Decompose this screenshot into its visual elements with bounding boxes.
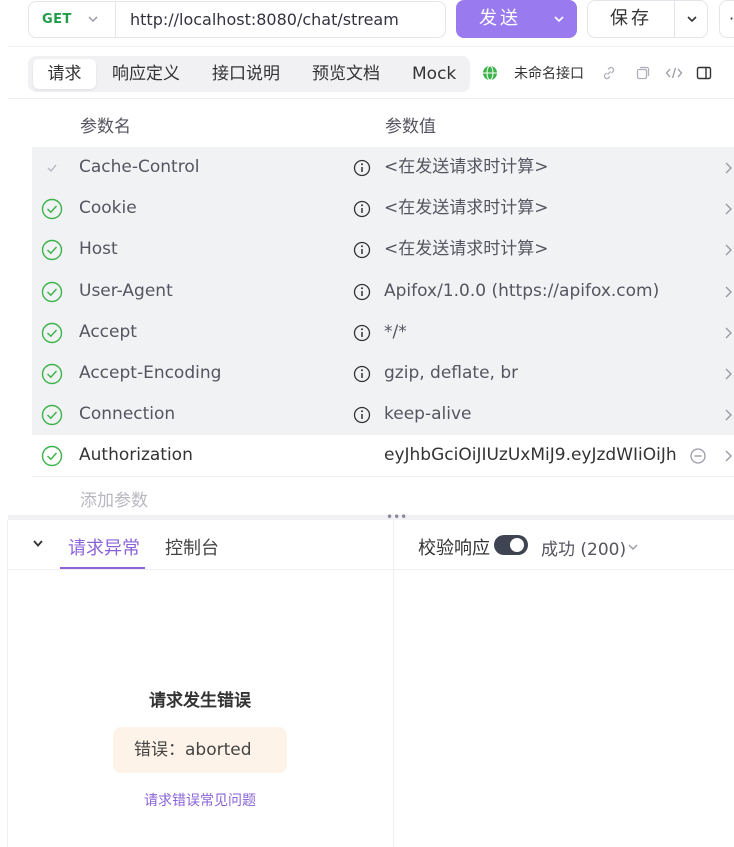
- param-value: gzip, deflate, br: [384, 362, 519, 383]
- chevron-down-icon: [628, 544, 638, 550]
- request-tabs-row: 请求 响应定义 接口说明 预览文档 Mock 未命名接口: [0, 54, 734, 94]
- save-options-button[interactable]: [674, 1, 708, 37]
- status-label: 成功 (200): [541, 540, 627, 560]
- copy-icon[interactable]: [635, 65, 651, 81]
- request-bar: GET http://localhost:8080/chat/stream 发送…: [0, 0, 734, 46]
- tab-console[interactable]: 控制台: [165, 534, 219, 560]
- column-header-value: 参数值: [385, 117, 436, 137]
- param-value: <在发送请求时计算>: [384, 198, 549, 219]
- param-value: */*: [384, 321, 407, 342]
- param-key: Accept: [79, 321, 137, 342]
- chevron-right-icon[interactable]: [722, 161, 734, 175]
- error-faq-link[interactable]: 请求错误常见问题: [0, 790, 400, 810]
- table-row-authorization[interactable]: Authorization eyJhbGciOiJIUzUxMiJ9.eyJzd…: [32, 435, 734, 476]
- send-label: 发送: [479, 8, 521, 29]
- chevron-right-icon[interactable]: [722, 285, 734, 299]
- link-icon[interactable]: [601, 65, 617, 81]
- info-icon[interactable]: [353, 406, 371, 424]
- params-table-header: 参数名 参数值: [32, 108, 734, 146]
- column-header-name: 参数名: [80, 117, 131, 137]
- params-table: Cache-Control <在发送请求时计算> Cookie <在发送请求时计…: [32, 147, 734, 477]
- check-icon[interactable]: [41, 157, 63, 179]
- check-circle-icon[interactable]: [41, 198, 63, 220]
- remove-icon[interactable]: [689, 447, 707, 465]
- globe-icon[interactable]: [482, 65, 498, 81]
- method-label: GET: [42, 12, 72, 27]
- verify-response-toggle[interactable]: [494, 535, 528, 555]
- param-key-input[interactable]: Authorization: [79, 435, 193, 476]
- divider: [8, 569, 734, 570]
- tab-api-description[interactable]: 接口说明: [212, 59, 280, 89]
- check-circle-icon[interactable]: [41, 239, 63, 261]
- info-icon[interactable]: [353, 200, 371, 218]
- tab-request[interactable]: 请求: [33, 59, 96, 89]
- table-row[interactable]: Cookie <在发送请求时计算>: [32, 188, 734, 230]
- divider: [8, 98, 734, 99]
- param-key: Accept-Encoding: [79, 362, 222, 383]
- save-label: 保存: [610, 8, 652, 29]
- method-select[interactable]: GET: [29, 2, 116, 37]
- verify-response-label: 校验响应: [418, 538, 490, 559]
- param-value: <在发送请求时计算>: [384, 157, 549, 177]
- sidebar-toggle-icon[interactable]: [696, 65, 712, 81]
- table-row[interactable]: Host <在发送请求时计算>: [32, 229, 734, 271]
- request-tabs: 请求 响应定义 接口说明 预览文档 Mock: [28, 56, 470, 92]
- send-button[interactable]: 发送: [456, 0, 577, 38]
- param-value: <在发送请求时计算>: [384, 239, 549, 260]
- info-icon[interactable]: [353, 241, 371, 259]
- chevron-down-icon: [88, 16, 98, 23]
- param-value: Apifox/1.0.0 (https://apifox.com): [384, 280, 660, 301]
- check-circle-icon[interactable]: [41, 445, 63, 467]
- param-value-input[interactable]: eyJhbGciOiJIUzUxMiJ9.eyJzdWIiOiJhZC: [384, 435, 676, 476]
- check-circle-icon[interactable]: [41, 363, 63, 385]
- tab-request-error[interactable]: 请求异常: [68, 534, 140, 560]
- send-options-button[interactable]: [542, 0, 577, 38]
- param-key: Cache-Control: [79, 157, 200, 177]
- save-button[interactable]: 保存: [587, 0, 708, 38]
- info-icon[interactable]: [353, 365, 371, 383]
- param-value: keep-alive: [384, 404, 472, 425]
- table-row[interactable]: Connection keep-alive: [32, 394, 734, 436]
- info-icon[interactable]: [353, 324, 371, 342]
- param-key: Cookie: [79, 198, 137, 219]
- table-row[interactable]: Accept */*: [32, 311, 734, 353]
- check-circle-icon[interactable]: [41, 281, 63, 303]
- chevron-right-icon[interactable]: [722, 243, 734, 257]
- url-box: GET http://localhost:8080/chat/stream: [28, 1, 446, 38]
- toggle-knob: [510, 538, 524, 552]
- url-input[interactable]: http://localhost:8080/chat/stream: [130, 2, 399, 37]
- param-key: Connection: [79, 404, 176, 425]
- interface-name[interactable]: 未命名接口: [514, 63, 584, 83]
- param-key: User-Agent: [79, 280, 173, 301]
- more-button[interactable]: ·: [719, 0, 734, 38]
- info-icon[interactable]: [353, 159, 371, 177]
- check-circle-icon[interactable]: [41, 322, 63, 344]
- tab-response-definition[interactable]: 响应定义: [112, 59, 180, 89]
- response-status-select[interactable]: 成功 (200): [541, 535, 638, 560]
- table-row[interactable]: Cache-Control <在发送请求时计算>: [32, 147, 734, 189]
- chevron-down-icon: [687, 16, 697, 23]
- tab-mock[interactable]: Mock: [412, 59, 456, 89]
- param-key: Host: [79, 239, 118, 260]
- chevron-right-icon[interactable]: [722, 367, 734, 381]
- divider: [8, 46, 734, 47]
- divider: [32, 476, 734, 477]
- check-circle-icon[interactable]: [41, 404, 63, 426]
- add-param-input[interactable]: 添加参数: [80, 486, 148, 511]
- code-icon[interactable]: [665, 65, 683, 81]
- chevron-right-icon[interactable]: [722, 408, 734, 422]
- table-row[interactable]: User-Agent Apifox/1.0.0 (https://apifox.…: [32, 270, 734, 312]
- table-row[interactable]: Accept-Encoding gzip, deflate, br: [32, 352, 734, 395]
- chevron-right-icon[interactable]: [722, 449, 734, 463]
- chevron-right-icon[interactable]: [722, 326, 734, 340]
- chevron-right-icon[interactable]: [722, 202, 734, 216]
- tab-preview-docs[interactable]: 预览文档: [312, 59, 380, 89]
- error-title: 请求发生错误: [149, 691, 251, 711]
- chevron-down-icon[interactable]: [32, 539, 44, 549]
- error-message: 错误：aborted: [113, 727, 287, 773]
- info-icon[interactable]: [353, 283, 371, 301]
- chevron-down-icon: [554, 16, 564, 23]
